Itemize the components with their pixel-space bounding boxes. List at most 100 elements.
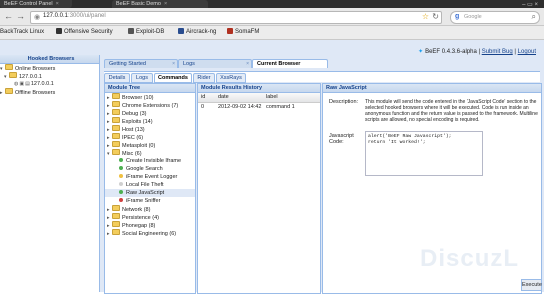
exploitdb-icon: [128, 28, 134, 34]
module-item[interactable]: iFrame Event Logger: [105, 173, 195, 181]
column-header-id[interactable]: id: [201, 94, 205, 100]
sub-tabs: Details Logs Commands Rider XssRays: [104, 71, 540, 83]
module-tree: ▸ Browser (10) ▸ Chrome Extensions (7) ▸ Debu…: [105, 93, 195, 237]
javascript-code-input[interactable]: alert('BeEF Raw Javascript'); return 'It…: [365, 131, 483, 176]
somafm-icon: [227, 28, 233, 34]
close-icon[interactable]: ×: [164, 1, 167, 7]
tab-current-browser[interactable]: Current Browser: [252, 59, 328, 68]
folder-icon: [112, 125, 120, 131]
tab-commands[interactable]: Commands: [154, 73, 192, 83]
code-line: return 'It worked!';: [368, 140, 426, 145]
folder-icon: [5, 64, 13, 70]
folder-icon: [5, 88, 13, 94]
bookmark-label: Offensive Security: [64, 29, 113, 35]
module-category-label: Social Engineering (6): [122, 231, 177, 237]
module-category[interactable]: ▸ Browser (10): [105, 93, 195, 101]
search-icon[interactable]: ⌕: [532, 12, 536, 22]
top-info: ✦ BeEF 0.4.3.6-alpha | Submit Bug | Logou…: [418, 48, 536, 55]
search-placeholder: Google: [464, 14, 482, 20]
tab-label: Getting Started: [109, 61, 146, 67]
module-category[interactable]: ▸ Persistence (4): [105, 213, 195, 221]
module-item-label: iFrame Event Logger: [126, 174, 178, 180]
description-label: Description:: [329, 99, 359, 105]
module-item-label: Create Invisible Iframe: [126, 158, 182, 164]
table-row[interactable]: 0 2012-09-02 14:42 command 1: [198, 103, 320, 112]
hardware-icon: ▤: [25, 81, 30, 87]
separator: |: [478, 49, 481, 55]
module-item[interactable]: iFrame Sniffer: [105, 197, 195, 205]
module-category[interactable]: ▾ Misc (6): [105, 149, 195, 157]
twitter-icon[interactable]: ✦: [418, 49, 423, 55]
online-browsers-node[interactable]: ▾ Online Browsers: [0, 64, 99, 72]
firefox-icon: ◍: [14, 81, 19, 87]
tab-logs-main[interactable]: Logs ×: [178, 59, 252, 68]
close-icon[interactable]: ×: [246, 60, 249, 68]
row-id: 0: [201, 104, 205, 110]
tab-label: BeEF Control Panel: [4, 1, 53, 7]
bookmark-label: SomaFM: [235, 29, 260, 35]
module-category[interactable]: ▸ Network (8): [105, 205, 195, 213]
tab-details[interactable]: Details: [104, 73, 130, 83]
offline-browsers-label: Offline Browsers: [15, 90, 56, 96]
forward-icon[interactable]: →: [14, 10, 27, 23]
url-host: 127.0.0.1: [43, 13, 69, 19]
bookmark-offensive-security[interactable]: Offensive Security: [56, 28, 113, 37]
offsec-icon: [56, 28, 62, 34]
module-category[interactable]: ▸ Metasploit (0): [105, 141, 195, 149]
bookmark-backtrack[interactable]: BackTrack Linux: [0, 28, 44, 37]
module-item-label: Local File Theft: [126, 182, 164, 188]
aircrack-icon: [178, 28, 184, 34]
star-icon[interactable]: ☆: [422, 12, 429, 21]
window-controls[interactable]: – ▭ ×: [522, 1, 538, 8]
submit-bug-link[interactable]: Submit Bug: [482, 49, 513, 55]
module-item-label: iFrame Sniffer: [126, 198, 161, 204]
ip-node[interactable]: ▾ 127.0.0.1: [0, 72, 99, 80]
tab-logs[interactable]: Logs: [131, 73, 153, 83]
tab-rider[interactable]: Rider: [193, 73, 215, 83]
tab-label: Logs: [183, 61, 195, 67]
separator: |: [514, 49, 516, 55]
search-input[interactable]: g Google ⌕: [450, 11, 540, 24]
column-header-date[interactable]: date: [218, 94, 229, 100]
tab-beef-basic-demo[interactable]: BeEF Basic Demo ×: [112, 0, 208, 8]
status-dot-icon: [119, 166, 123, 170]
bookmarks-bar: BackTrack Linux Offensive Security Explo…: [0, 26, 544, 40]
url-bar[interactable]: ◉ 127.0.0.1:3000/ui/panel ☆ ↻: [30, 11, 442, 24]
folder-icon: [112, 117, 120, 123]
logout-link[interactable]: Logout: [518, 49, 536, 55]
close-icon[interactable]: ×: [172, 60, 175, 68]
module-item[interactable]: Raw JavaScript: [105, 189, 195, 197]
module-item[interactable]: Google Search: [105, 165, 195, 173]
module-item-label: Google Search: [126, 166, 163, 172]
module-category[interactable]: ▸ Social Engineering (6): [105, 229, 195, 237]
hooked-browser-item[interactable]: ◍▣▤127.0.0.1: [0, 80, 99, 88]
raw-javascript-title: Raw JavaScript: [323, 84, 541, 93]
module-item[interactable]: Local File Theft: [105, 181, 195, 189]
bookmark-aircrack[interactable]: Aircrack-ng: [178, 28, 216, 37]
status-dot-icon: [119, 158, 123, 162]
tab-beef-control-panel[interactable]: BeEF Control Panel ×: [0, 0, 72, 8]
module-category[interactable]: ▸ Host (13): [105, 125, 195, 133]
folder-icon: [112, 229, 120, 235]
folder-icon: [9, 72, 17, 78]
module-item[interactable]: Create Invisible Iframe: [105, 157, 195, 165]
close-icon[interactable]: ×: [56, 1, 59, 7]
offline-browsers-node[interactable]: ▸ Offline Browsers: [0, 88, 99, 96]
module-category[interactable]: ▸ Exploits (14): [105, 117, 195, 125]
column-header-label[interactable]: label: [266, 94, 278, 100]
module-category[interactable]: ▸ IPEC (6): [105, 133, 195, 141]
module-results-panel: Module Results History id date label 0 2…: [197, 83, 321, 294]
bookmark-somafm[interactable]: SomaFM: [227, 28, 259, 37]
module-item-label: Raw JavaScript: [126, 190, 165, 196]
module-category[interactable]: ▸ Debug (3): [105, 109, 195, 117]
module-category[interactable]: ▸ Phonegap (8): [105, 221, 195, 229]
browser-tabbar: BeEF Control Panel × BeEF Basic Demo × – ▭…: [0, 0, 544, 8]
tab-xssrays[interactable]: XssRays: [216, 73, 246, 83]
tab-getting-started[interactable]: Getting Started ×: [104, 59, 178, 68]
bookmark-exploit-db[interactable]: Exploit-DB: [128, 28, 164, 37]
hooked-browsers-panel: Hooked Browsers ▾ Online Browsers ▾ 127.0.…: [0, 55, 100, 292]
refresh-icon[interactable]: ↻: [432, 12, 439, 21]
execute-button[interactable]: Execute: [521, 279, 542, 291]
module-category[interactable]: ▸ Chrome Extensions (7): [105, 101, 195, 109]
folder-icon: [112, 141, 120, 147]
